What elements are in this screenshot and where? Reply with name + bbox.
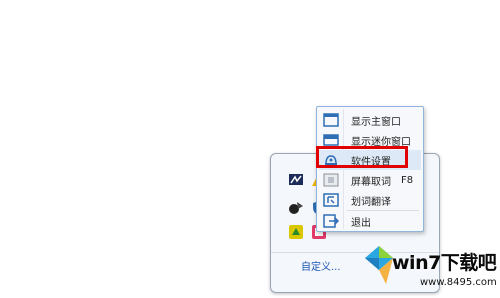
menu-item-label: 显示主窗口	[351, 116, 401, 128]
screen-capture-icon	[323, 173, 339, 187]
menu-item-label: 屏幕取词	[351, 176, 391, 188]
menu-item-label: 退出	[351, 217, 371, 229]
exit-icon	[323, 214, 339, 228]
watermark: win7下载吧 www.8495.com	[362, 244, 500, 298]
menu-item-screen-capture[interactable]: 屏幕取词 F8	[319, 170, 421, 190]
customize-link[interactable]: 自定义...	[301, 258, 341, 273]
select-translate-icon	[323, 193, 339, 207]
watermark-url: www.8495.com	[420, 277, 497, 288]
menu-item-show-main-window[interactable]: 显示主窗口	[319, 110, 421, 130]
window-icon	[323, 113, 339, 127]
windows-logo-icon	[365, 246, 393, 284]
menu-item-select-translate[interactable]: 划词翻译	[319, 190, 421, 210]
menu-item-label: 划词翻译	[351, 196, 391, 208]
context-menu: 显示主窗口 显示迷你窗口 软件设置 屏幕取词 F8 划词翻译 退出	[316, 106, 424, 232]
menu-item-exit[interactable]: 退出	[319, 211, 421, 231]
app-tray-icon[interactable]	[288, 172, 304, 188]
highlight-annotation-box	[316, 146, 408, 168]
network-tray-icon[interactable]	[288, 200, 304, 216]
watermark-brand: win7下载吧	[392, 252, 497, 274]
qq-tray-icon[interactable]	[288, 224, 304, 240]
menu-item-shortcut: F8	[401, 174, 414, 186]
